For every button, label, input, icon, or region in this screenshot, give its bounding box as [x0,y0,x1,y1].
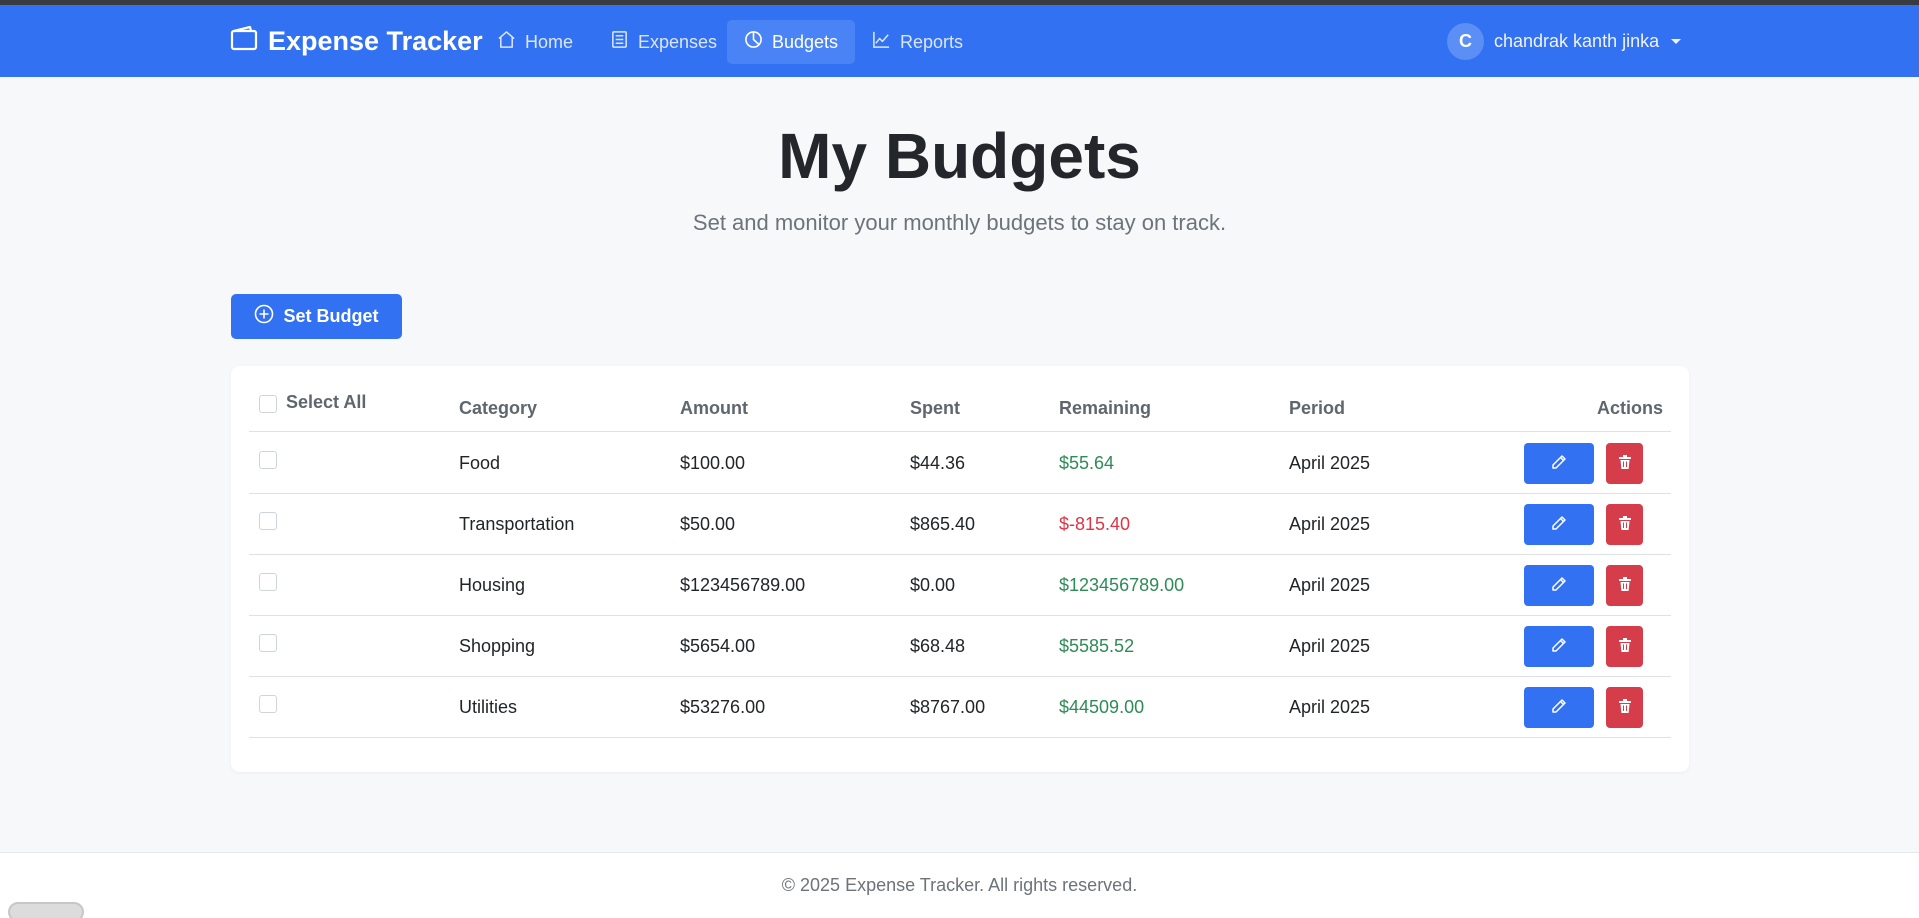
delete-button[interactable] [1606,443,1643,484]
select-all-label: Select All [286,392,367,412]
cell-period: April 2025 [1289,452,1371,473]
page-subtitle: Set and monitor your monthly budgets to … [692,210,1227,235]
header-actions: Actions [1596,398,1663,418]
set-budget-label: Set Budget [283,306,379,326]
header-amount[interactable]: Amount [680,386,748,431]
delete-button[interactable] [1606,626,1643,667]
footer-text: © 2025 Expense Tracker. All rights reser… [781,875,1138,895]
row-checkbox[interactable] [259,573,277,591]
cell-period: April 2025 [1289,574,1371,595]
brand-link[interactable]: Expense Tracker [230,25,483,58]
pie-chart-icon [744,30,763,54]
line-chart-icon [872,30,891,54]
nav-item-home[interactable]: Home [480,20,590,64]
nav-item-expenses[interactable]: Expenses [593,20,734,64]
cell-amount: $100.00 [680,452,746,473]
page-title: My Budgets [778,120,1141,192]
plus-circle-icon [254,304,274,329]
row-checkbox[interactable] [259,634,277,652]
cell-category: Shopping [459,635,536,656]
edit-button[interactable] [1524,626,1594,667]
edit-button[interactable] [1524,687,1594,728]
cell-spent: $865.40 [910,513,976,534]
trash-icon [1617,698,1633,717]
cell-period: April 2025 [1289,513,1371,534]
cell-amount: $5654.00 [680,635,756,656]
nav-item-label: Reports [900,31,964,52]
edit-button[interactable] [1524,504,1594,545]
chevron-down-icon [1671,38,1682,44]
select-all-checkbox[interactable] [259,395,277,413]
cell-spent: $8767.00 [910,696,986,717]
cell-period: April 2025 [1289,635,1371,656]
table-row: Transportation $50.00 $865.40 $-815.40 April… [249,494,1671,555]
cell-spent: $0.00 [910,574,956,595]
cell-remaining: $44509.00 [1059,696,1145,717]
edit-button[interactable] [1524,565,1594,606]
footer: © 2025 Expense Tracker. All rights reser… [0,852,1919,918]
trash-icon [1617,576,1633,595]
cell-remaining: $55.64 [1059,452,1115,473]
pencil-icon [1551,454,1567,473]
header-period[interactable]: Period [1289,386,1345,431]
pencil-icon [1551,637,1567,656]
header-category[interactable]: Category [459,386,537,431]
cell-spent: $44.36 [910,452,966,473]
cell-remaining: $5585.52 [1059,635,1135,656]
nav-item-label: Home [525,31,574,52]
delete-button[interactable] [1606,565,1643,606]
nav-item-label: Budgets [772,31,839,52]
nav-item-reports[interactable]: Reports [855,20,980,64]
user-name: chandrak kanth jinka [1494,30,1660,51]
cell-spent: $68.48 [910,635,966,656]
brand-name: Expense Tracker [268,25,483,56]
trash-icon [1617,515,1633,534]
row-checkbox[interactable] [259,451,277,469]
list-icon [610,30,629,54]
cell-category: Housing [459,574,526,595]
pencil-icon [1551,698,1567,717]
pencil-icon [1551,576,1567,595]
cell-category: Utilities [459,696,518,717]
trash-icon [1617,454,1633,473]
set-budget-button[interactable]: Set Budget [231,294,402,339]
row-checkbox[interactable] [259,512,277,530]
row-checkbox[interactable] [259,695,277,713]
navbar: Expense Tracker Home Expenses Budgets Re… [0,5,1919,77]
header-spent[interactable]: Spent [910,386,960,431]
avatar: C [1447,22,1484,60]
table-header: Select All Category Amount Spent Remaini… [249,386,1671,432]
user-menu[interactable]: C chandrak kanth jinka [1447,22,1682,60]
cell-remaining: $-815.40 [1059,513,1131,534]
table-row: Utilities $53276.00 $8767.00 $44509.00 April… [249,677,1671,738]
cell-amount: $53276.00 [680,696,766,717]
table-row: Housing $123456789.00 $0.00 $123456789.00 Ap… [249,555,1671,616]
budgets-table-card: Select All Category Amount Spent Remaini… [231,366,1689,772]
nav-item-label: Expenses [638,31,718,52]
cell-category: Food [459,452,501,473]
table-row: Food $100.00 $44.36 $55.64 April 2025 [249,433,1671,494]
edit-button[interactable] [1524,443,1594,484]
delete-button[interactable] [1606,504,1643,545]
pencil-icon [1551,515,1567,534]
delete-button[interactable] [1606,687,1643,728]
home-icon [497,30,516,54]
cell-remaining: $123456789.00 [1059,574,1185,595]
nav-item-budgets[interactable]: Budgets [727,20,856,64]
header-remaining[interactable]: Remaining [1059,386,1151,431]
select-all: Select All [259,386,366,431]
table-row: Shopping $5654.00 $68.48 $5585.52 April 2025 [249,616,1671,677]
scroll-handle[interactable] [8,902,84,918]
cell-category: Transportation [459,513,575,534]
wallet-icon [230,25,258,58]
cell-amount: $50.00 [680,513,736,534]
cell-amount: $123456789.00 [680,574,806,595]
cell-period: April 2025 [1289,696,1371,717]
trash-icon [1617,637,1633,656]
